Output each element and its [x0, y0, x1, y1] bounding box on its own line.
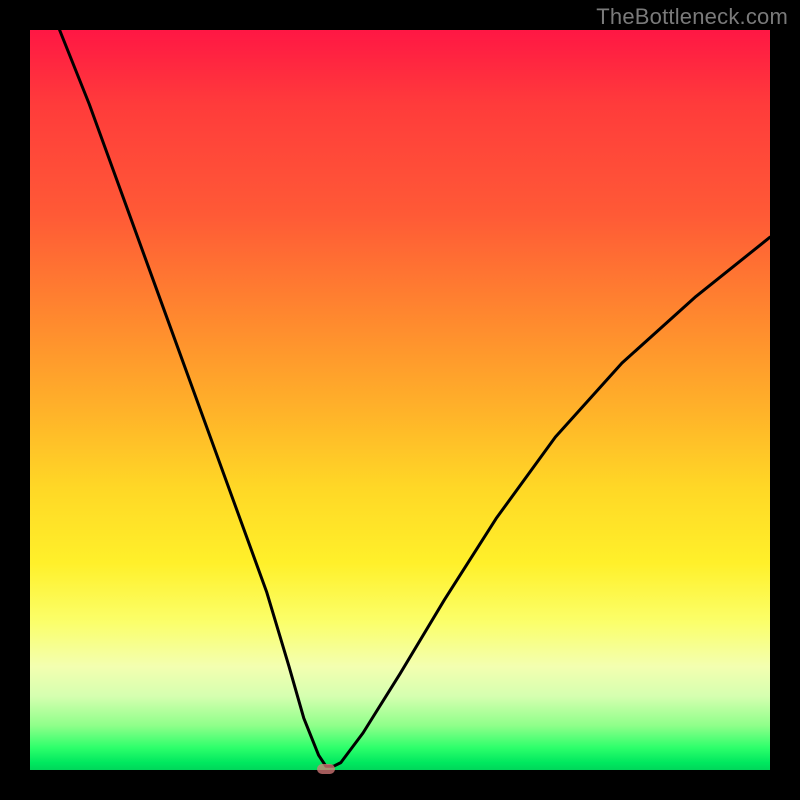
bottleneck-curve [30, 30, 770, 770]
curve-path [60, 30, 770, 766]
watermark-text: TheBottleneck.com [596, 4, 788, 30]
chart-frame [30, 30, 770, 770]
optimal-point-marker [317, 764, 335, 774]
